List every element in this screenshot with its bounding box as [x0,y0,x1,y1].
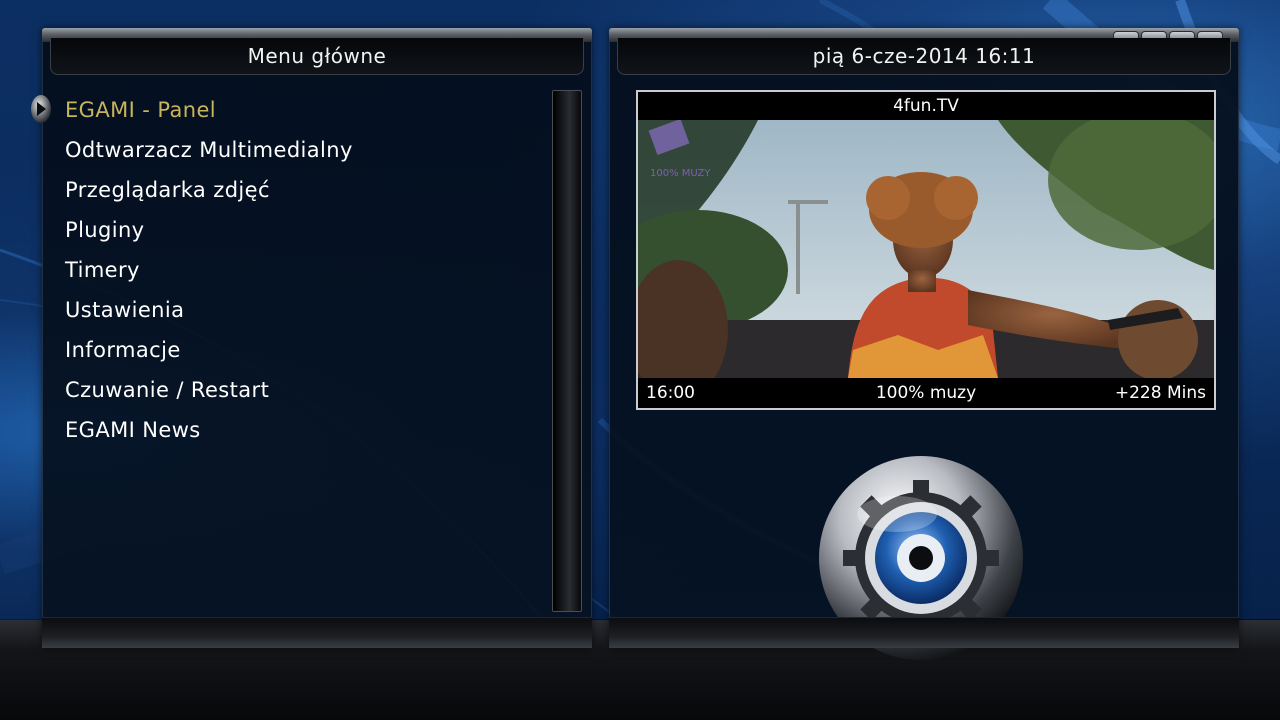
menu-item-egami-panel[interactable]: EGAMI - Panel [65,90,545,130]
program-remaining: +228 Mins [1114,383,1206,403]
menu-item-timers[interactable]: Timery [65,250,545,290]
channel-name: 4fun.TV [638,92,1214,120]
menu-item-settings[interactable]: Ustawienia [65,290,545,330]
menu-scrollbar[interactable] [552,90,582,612]
menu-item-egami-news[interactable]: EGAMI News [65,410,545,450]
arrow-right-icon [31,95,51,123]
preview-panel: pią 6-cze-2014 16:11 4fun.TV 100% MUZY 1… [609,28,1239,660]
main-menu-list: EGAMI - Panel Odtwarzacz Multimedialny P… [65,90,545,450]
tv-preview[interactable]: 4fun.TV 100% MUZY 16:00 100% muzy +228 M… [636,90,1216,410]
menu-item-plugins[interactable]: Pluginy [65,210,545,250]
video-frame: 100% MUZY [638,120,1214,378]
main-menu-title: Menu główne [50,38,584,75]
menu-item-information[interactable]: Informacje [65,330,545,370]
menu-item-media-player[interactable]: Odtwarzacz Multimedialny [65,130,545,170]
watermark-text: 100% MUZY [650,168,711,179]
menu-item-standby-restart[interactable]: Czuwanie / Restart [65,370,545,410]
panel-bottom-bar [42,617,592,648]
program-info-bar: 16:00 100% muzy +228 Mins [638,378,1214,408]
clock-datetime: pią 6-cze-2014 16:11 [617,38,1231,75]
menu-item-picture-viewer[interactable]: Przeglądarka zdjęć [65,170,545,210]
panel-bottom-bar [609,617,1239,648]
main-menu-panel: Menu główne EGAMI - Panel Odtwarzacz Mul… [42,28,592,648]
